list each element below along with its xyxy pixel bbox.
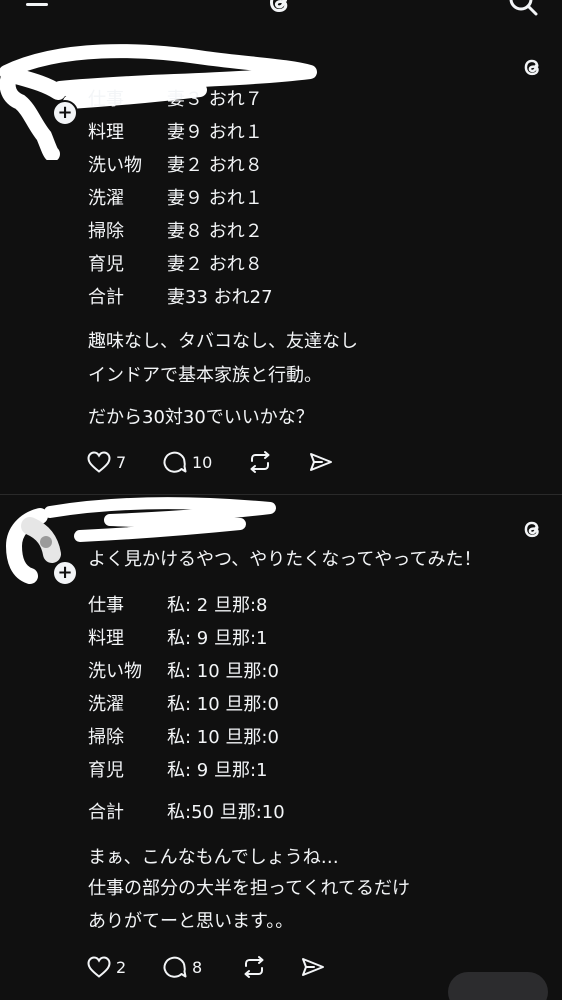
post-text: インドアで基本家族と行動。 bbox=[88, 365, 322, 386]
stat-label: 掃除 bbox=[88, 221, 124, 242]
stat-value: 私: 10 旦那:0 bbox=[167, 727, 279, 748]
stat-label: 仕事 bbox=[88, 595, 124, 616]
reply-button[interactable]: 8 bbox=[162, 955, 202, 979]
stat-label: 育児 bbox=[88, 760, 124, 781]
stat-label: 洗い物 bbox=[88, 155, 142, 176]
stat-value: 妻２ おれ８ bbox=[167, 254, 263, 275]
post-text: ありがてーと思います。。 bbox=[88, 911, 294, 932]
post-text: 趣味なし、タバコなし、友達なし bbox=[88, 331, 358, 352]
divider bbox=[0, 494, 562, 495]
stat-row: 掃除 妻８ おれ２ bbox=[88, 220, 263, 244]
stat-row: 洗濯 妻９ おれ１ bbox=[88, 187, 263, 211]
stat-label: 料理 bbox=[88, 628, 124, 649]
stat-value: 妻２ おれ８ bbox=[167, 155, 263, 176]
like-count: 2 bbox=[116, 957, 127, 977]
stat-row-total: 合計 私:50 旦那:10 bbox=[88, 801, 285, 825]
stat-value: 私: 10 旦那:0 bbox=[167, 661, 279, 682]
post-intro: よく見かけるやつ、やりたくなってやってみた！ bbox=[88, 549, 482, 570]
stat-row: 料理 妻９ おれ１ bbox=[88, 121, 263, 145]
reply-button[interactable]: 10 bbox=[162, 450, 212, 474]
stat-row: 料理 私: 9 旦那:1 bbox=[88, 627, 267, 651]
stat-value: 妻９ おれ１ bbox=[167, 188, 263, 209]
follow-plus-icon[interactable]: + bbox=[52, 560, 78, 586]
stat-value: 私: 10 旦那:0 bbox=[167, 694, 279, 715]
stat-row: 洗い物 私: 10 旦那:0 bbox=[88, 660, 279, 684]
stat-row: 仕事 私: 2 旦那:8 bbox=[88, 594, 267, 618]
post-text: 仕事の部分の大半を担ってくれてるだけ bbox=[88, 878, 411, 899]
repost-icon[interactable] bbox=[247, 450, 273, 474]
stat-label: 合計 bbox=[88, 287, 124, 308]
like-count: 7 bbox=[116, 452, 127, 472]
stat-label: 洗濯 bbox=[88, 188, 124, 209]
repost-icon[interactable] bbox=[241, 955, 267, 979]
stat-label: 洗濯 bbox=[88, 694, 124, 715]
post-1: + 仕事 妻３ おれ７ 料理 妻９ おれ１ 洗い物 妻２ おれ８ 洗濯 妻９ おれ１ 掃… bbox=[0, 40, 562, 494]
stat-value: 妻３ おれ７ bbox=[167, 89, 263, 110]
reply-count: 8 bbox=[192, 957, 203, 977]
stat-row: 仕事 妻３ おれ７ bbox=[88, 88, 263, 112]
threads-logo-icon[interactable] bbox=[263, 0, 295, 18]
stat-value: 私: 2 旦那:8 bbox=[167, 595, 268, 616]
comment-icon bbox=[163, 451, 187, 473]
stat-row: 育児 妻２ おれ８ bbox=[88, 253, 263, 277]
stat-row: 掃除 私: 10 旦那:0 bbox=[88, 726, 279, 750]
threads-logo-icon[interactable] bbox=[519, 54, 545, 80]
stat-label: 洗い物 bbox=[88, 661, 142, 682]
threads-logo-icon[interactable] bbox=[519, 516, 545, 542]
heart-icon bbox=[87, 956, 111, 978]
post-text: まぁ、こんなもんでしょうね… bbox=[88, 847, 339, 868]
floating-compose-button[interactable] bbox=[448, 972, 548, 1000]
stat-value: 妻９ おれ１ bbox=[167, 122, 263, 143]
stat-value: 妻33 おれ27 bbox=[167, 287, 273, 308]
top-bar bbox=[0, 0, 562, 22]
stat-value: 私:50 旦那:10 bbox=[167, 802, 285, 823]
stat-row: 育児 私: 9 旦那:1 bbox=[88, 759, 267, 783]
stat-row: 洗い物 妻２ おれ８ bbox=[88, 154, 263, 178]
send-icon[interactable] bbox=[300, 955, 326, 979]
like-button[interactable]: 2 bbox=[86, 955, 126, 979]
stat-value: 私: 9 旦那:1 bbox=[167, 760, 268, 781]
stat-row: 洗濯 私: 10 旦那:0 bbox=[88, 693, 279, 717]
comment-icon bbox=[163, 956, 187, 978]
stat-label: 合計 bbox=[88, 802, 124, 823]
post-2: + よく見かけるやつ、やりたくなってやってみた！ 仕事 私: 2 旦那:8 料理私… bbox=[0, 496, 562, 1000]
stat-label: 育児 bbox=[88, 254, 124, 275]
stat-label: 掃除 bbox=[88, 727, 124, 748]
stat-value: 私: 9 旦那:1 bbox=[167, 628, 268, 649]
heart-icon bbox=[87, 451, 111, 473]
stat-label: 仕事 bbox=[88, 89, 124, 110]
redaction-scribble bbox=[5, 497, 276, 584]
search-icon[interactable] bbox=[506, 0, 538, 16]
menu-icon[interactable] bbox=[26, 0, 48, 10]
follow-plus-icon[interactable]: + bbox=[52, 100, 78, 126]
stat-row-total: 合計 妻33 おれ27 bbox=[88, 286, 273, 310]
send-icon[interactable] bbox=[308, 450, 334, 474]
stat-value: 妻８ おれ２ bbox=[167, 221, 263, 242]
like-button[interactable]: 7 bbox=[86, 450, 126, 474]
post-text: だから30対30でいいかな？ bbox=[88, 407, 314, 428]
stat-label: 料理 bbox=[88, 122, 124, 143]
reply-count: 10 bbox=[192, 452, 213, 472]
